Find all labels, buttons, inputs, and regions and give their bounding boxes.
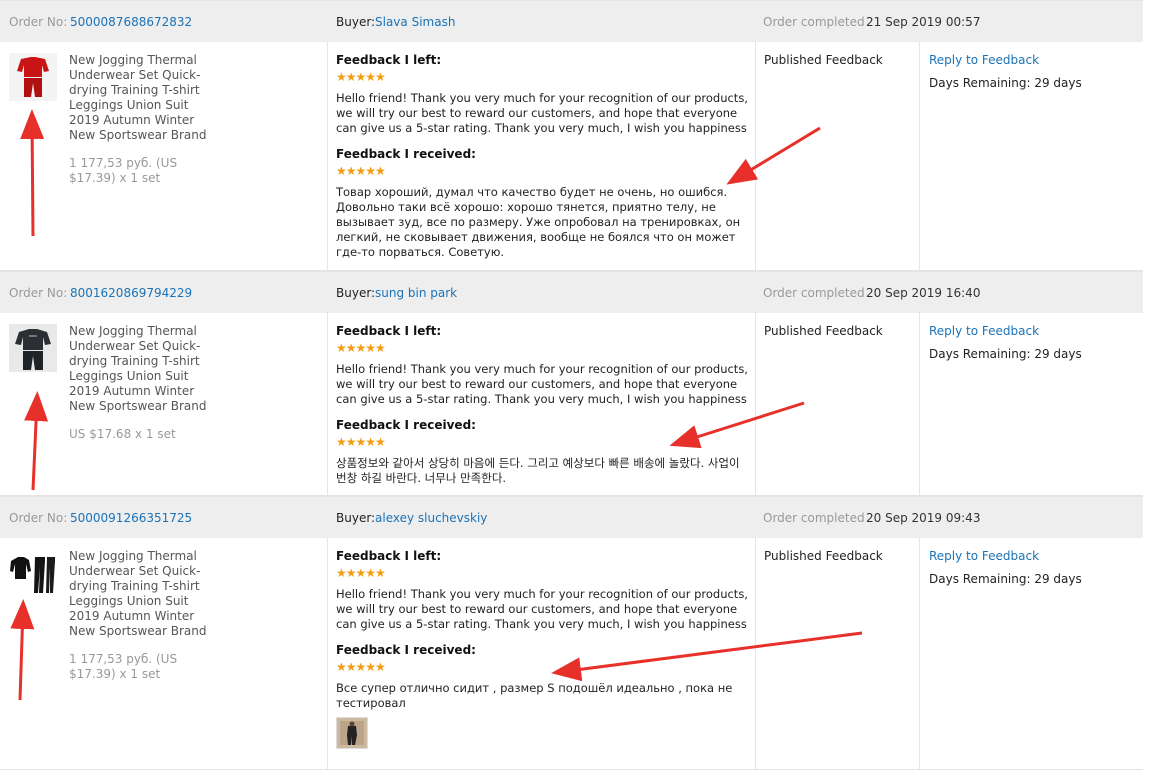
product-price: 1 177,53 руб. (US $17.39) x 1 set	[69, 652, 178, 681]
feedback-received-text: Все супер отлично сидит , размер S подош…	[336, 681, 733, 710]
feedback-left-text: Hello friend! Thank you very much for yo…	[336, 91, 748, 135]
page-right-margin	[1143, 0, 1161, 772]
feedback-left-stars: ★★★★★	[336, 566, 386, 580]
order-number-link[interactable]: 5000091266351725	[70, 511, 192, 525]
order-no-label: Order No:	[9, 15, 68, 29]
feedback-received-stars: ★★★★★	[336, 660, 386, 674]
feedback-left-heading: Feedback I left:	[336, 53, 442, 67]
order-no-label: Order No:	[9, 511, 68, 525]
order-completed-date: 20 Sep 2019 16:40	[866, 286, 981, 300]
order-number-link[interactable]: 8001620869794229	[70, 286, 192, 300]
days-remaining: Days Remaining: 29 days	[929, 572, 1082, 586]
days-remaining: Days Remaining: 29 days	[929, 76, 1082, 90]
product-title-link[interactable]: New Jogging Thermal Underwear Set Quick-…	[69, 549, 207, 639]
order-2: Order No: 8001620869794229 Buyer: sung b…	[0, 271, 1143, 496]
days-remaining: Days Remaining: 29 days	[929, 347, 1082, 361]
order-number-link[interactable]: 5000087688672832	[70, 15, 192, 29]
order-completed-date: 20 Sep 2019 09:43	[866, 511, 981, 525]
black-thermal-set-icon[interactable]	[9, 549, 57, 597]
feedback-received-text: Товар хороший, думал что качество будет …	[336, 185, 741, 259]
buyer-name-link[interactable]: alexey sluchevskiy	[375, 511, 487, 525]
published-feedback-status: Published Feedback	[764, 324, 883, 338]
feedback-left-stars: ★★★★★	[336, 341, 386, 355]
reply-to-feedback-link[interactable]: Reply to Feedback	[929, 549, 1039, 563]
feedback-received-stars: ★★★★★	[336, 435, 386, 449]
order-completed-label: Order completed	[763, 286, 865, 300]
product-price: 1 177,53 руб. (US $17.39) x 1 set	[69, 156, 178, 185]
product-price: US $17.68 x 1 set	[69, 427, 176, 441]
published-feedback-status: Published Feedback	[764, 549, 883, 563]
buyer-label: Buyer:	[336, 15, 376, 29]
order-header: Order No: 8001620869794229 Buyer: sung b…	[0, 271, 1143, 313]
order-completed-date: 21 Sep 2019 00:57	[866, 15, 981, 29]
order-3: Order No: 5000091266351725 Buyer: alexey…	[0, 496, 1143, 772]
product-title-link[interactable]: New Jogging Thermal Underwear Set Quick-…	[69, 53, 207, 143]
buyer-name-link[interactable]: Slava Simash	[375, 15, 455, 29]
reply-to-feedback-link[interactable]: Reply to Feedback	[929, 53, 1039, 67]
feedback-received-text: 상품정보와 같아서 상당히 마음에 든다. 그리고 예상보다 빠른 배송에 놀랐…	[336, 456, 740, 485]
red-thermal-set-icon[interactable]	[9, 53, 57, 101]
order-body: New Jogging Thermal Underwear Set Quick-…	[0, 312, 1143, 496]
dark-thermal-set-icon[interactable]	[9, 324, 57, 372]
reply-to-feedback-link[interactable]: Reply to Feedback	[929, 324, 1039, 338]
published-feedback-status: Published Feedback	[764, 53, 883, 67]
order-completed-label: Order completed	[763, 15, 865, 29]
feedback-received-heading: Feedback I received:	[336, 643, 476, 657]
feedback-left-heading: Feedback I left:	[336, 324, 442, 338]
order-body: New Jogging Thermal Underwear Set Quick-…	[0, 537, 1143, 770]
feedback-left-stars: ★★★★★	[336, 70, 386, 84]
feedback-left-heading: Feedback I left:	[336, 549, 442, 563]
buyer-photo-icon[interactable]	[336, 717, 368, 749]
buyer-label: Buyer:	[336, 511, 376, 525]
order-body: New Jogging Thermal Underwear Set Quick-…	[0, 41, 1143, 271]
order-1: Order No: 5000087688672832 Buyer: Slava …	[0, 0, 1143, 271]
order-header: Order No: 5000087688672832 Buyer: Slava …	[0, 0, 1143, 42]
buyer-label: Buyer:	[336, 286, 376, 300]
order-completed-label: Order completed	[763, 511, 865, 525]
feedback-received-stars: ★★★★★	[336, 164, 386, 178]
buyer-name-link[interactable]: sung bin park	[375, 286, 457, 300]
feedback-left-text: Hello friend! Thank you very much for yo…	[336, 362, 748, 406]
order-header: Order No: 5000091266351725 Buyer: alexey…	[0, 496, 1143, 538]
product-title-link[interactable]: New Jogging Thermal Underwear Set Quick-…	[69, 324, 207, 414]
feedback-received-heading: Feedback I received:	[336, 418, 476, 432]
order-no-label: Order No:	[9, 286, 68, 300]
feedback-left-text: Hello friend! Thank you very much for yo…	[336, 587, 748, 631]
feedback-received-heading: Feedback I received:	[336, 147, 476, 161]
